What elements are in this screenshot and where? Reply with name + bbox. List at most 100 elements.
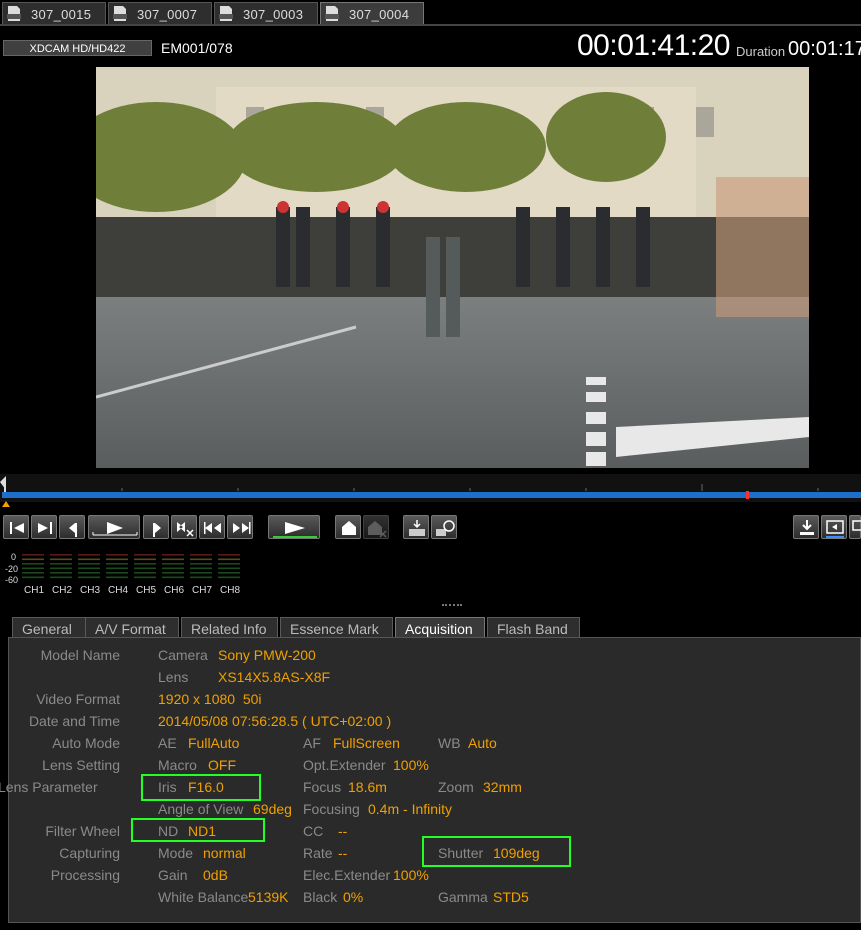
- video-format-label: Video Format: [36, 691, 120, 707]
- channel-label: CH1: [24, 585, 45, 596]
- meter-segment: [190, 563, 212, 565]
- tab-acquisition[interactable]: Acquisition: [395, 617, 485, 637]
- home-button[interactable]: [335, 515, 361, 539]
- tab-essence-mark[interactable]: Essence Mark: [280, 617, 393, 637]
- play-button[interactable]: [268, 515, 320, 539]
- splitter-handle[interactable]: [442, 604, 462, 609]
- meter-segment: [106, 572, 128, 574]
- file-tab-label: 307_0007: [137, 7, 198, 22]
- mxf-file-icon: [325, 6, 339, 21]
- meter-segment: [134, 576, 156, 579]
- black-value: 0%: [343, 889, 364, 905]
- meter-segment: [162, 572, 184, 574]
- play-range-icon: [92, 522, 138, 536]
- play-range-button[interactable]: [88, 515, 140, 539]
- white-balance-value: 5139K: [248, 889, 289, 905]
- zoom-label: Zoom: [438, 779, 474, 795]
- video-format-value: 1920 x 1080 50i: [158, 691, 262, 707]
- meter-segment: [134, 572, 156, 574]
- tab-general[interactable]: General: [12, 617, 89, 637]
- go-to-start-button[interactable]: [3, 515, 29, 539]
- file-tab-4[interactable]: 307_0004: [320, 2, 424, 24]
- meter-segment: [190, 558, 212, 561]
- file-tab-2[interactable]: 307_0007: [108, 2, 212, 24]
- file-tab-3[interactable]: 307_0003: [214, 2, 318, 24]
- tab-flash-band[interactable]: Flash Band: [487, 617, 580, 637]
- zoom-value: 32mm: [483, 779, 522, 795]
- video-preview: [96, 67, 809, 468]
- af-label: AF: [303, 735, 321, 751]
- meter-segment: [218, 558, 240, 561]
- gain-label: Gain: [158, 867, 188, 883]
- timeline[interactable]: [0, 474, 861, 507]
- processing-label: Processing: [50, 867, 120, 883]
- camera-label: Camera: [158, 647, 208, 663]
- meter-scale-60: -60: [5, 575, 19, 585]
- audio-meters: [22, 554, 240, 579]
- opt-extender-label: Opt.Extender: [303, 757, 386, 773]
- file-tab-1[interactable]: 307_0015: [2, 2, 106, 24]
- download-button[interactable]: [793, 515, 819, 539]
- meter-segment: [134, 554, 156, 556]
- ae-label: AE: [158, 735, 177, 751]
- export-button[interactable]: [403, 515, 429, 539]
- play-icon: [273, 522, 317, 538]
- playhead-marker: [746, 491, 749, 499]
- duration-label: Duration: [736, 44, 786, 59]
- mode-value: normal: [203, 845, 246, 861]
- channel-label: CH5: [136, 585, 157, 596]
- mxf-file-icon: [113, 6, 127, 21]
- tab-related-info[interactable]: Related Info: [181, 617, 278, 637]
- gamma-label: Gamma: [438, 889, 488, 905]
- gain-value: 0dB: [203, 867, 228, 883]
- rate-value: --: [338, 845, 348, 861]
- white-balance-label: White Balance: [158, 889, 249, 905]
- focus-label: Focus: [303, 779, 342, 795]
- home-disabled-button[interactable]: [363, 515, 389, 539]
- meter-segment: [134, 563, 156, 565]
- previous-frame-icon: [69, 523, 77, 537]
- cc-value: --: [338, 823, 348, 839]
- meter-segment: [218, 563, 240, 565]
- home-icon: [342, 521, 356, 535]
- channel-label: CH4: [108, 585, 129, 596]
- tab-av-format[interactable]: A/V Format: [85, 617, 179, 637]
- window-button[interactable]: [849, 515, 861, 539]
- meter-segment: [190, 567, 212, 570]
- mark-out-button[interactable]: [227, 515, 253, 539]
- meter-segment: [162, 563, 184, 565]
- channel-label: CH8: [220, 585, 241, 596]
- meter-segment: [106, 576, 128, 579]
- next-frame-icon: [153, 523, 161, 537]
- channel-label: CH3: [80, 585, 101, 596]
- meter-segment: [190, 554, 212, 556]
- meter-segment: [78, 563, 100, 565]
- wb-value: Auto: [468, 735, 497, 751]
- lens-value: XS14X5.8AS-X8F: [218, 669, 331, 685]
- meter-segment: [50, 567, 72, 570]
- meter-scale-20: -20: [5, 564, 19, 574]
- meter-segment: [106, 554, 128, 556]
- home-disabled-icon: [368, 521, 387, 538]
- meter-segment: [162, 558, 184, 561]
- meter-segment: [134, 567, 156, 570]
- monitor-button[interactable]: [821, 515, 847, 539]
- meter-segment: [106, 558, 128, 561]
- meter-segment: [22, 554, 44, 556]
- elec-extender-value: 100%: [393, 867, 429, 883]
- meter-segment: [218, 572, 240, 574]
- mark-in-button[interactable]: [199, 515, 225, 539]
- focusing-label: Focusing: [303, 801, 360, 817]
- sync-button[interactable]: [431, 515, 457, 539]
- meter-segment: [78, 558, 100, 561]
- mark-in-icon: [204, 522, 221, 534]
- clear-marks-button[interactable]: [171, 515, 197, 539]
- angle-of-view-value: 69deg: [253, 801, 292, 817]
- meter-segment: [22, 558, 44, 561]
- next-frame-button[interactable]: [143, 515, 169, 539]
- go-to-end-button[interactable]: [31, 515, 57, 539]
- channel-label: CH2: [52, 585, 73, 596]
- previous-frame-button[interactable]: [59, 515, 85, 539]
- gamma-value: STD5: [493, 889, 529, 905]
- meter-segment: [22, 563, 44, 565]
